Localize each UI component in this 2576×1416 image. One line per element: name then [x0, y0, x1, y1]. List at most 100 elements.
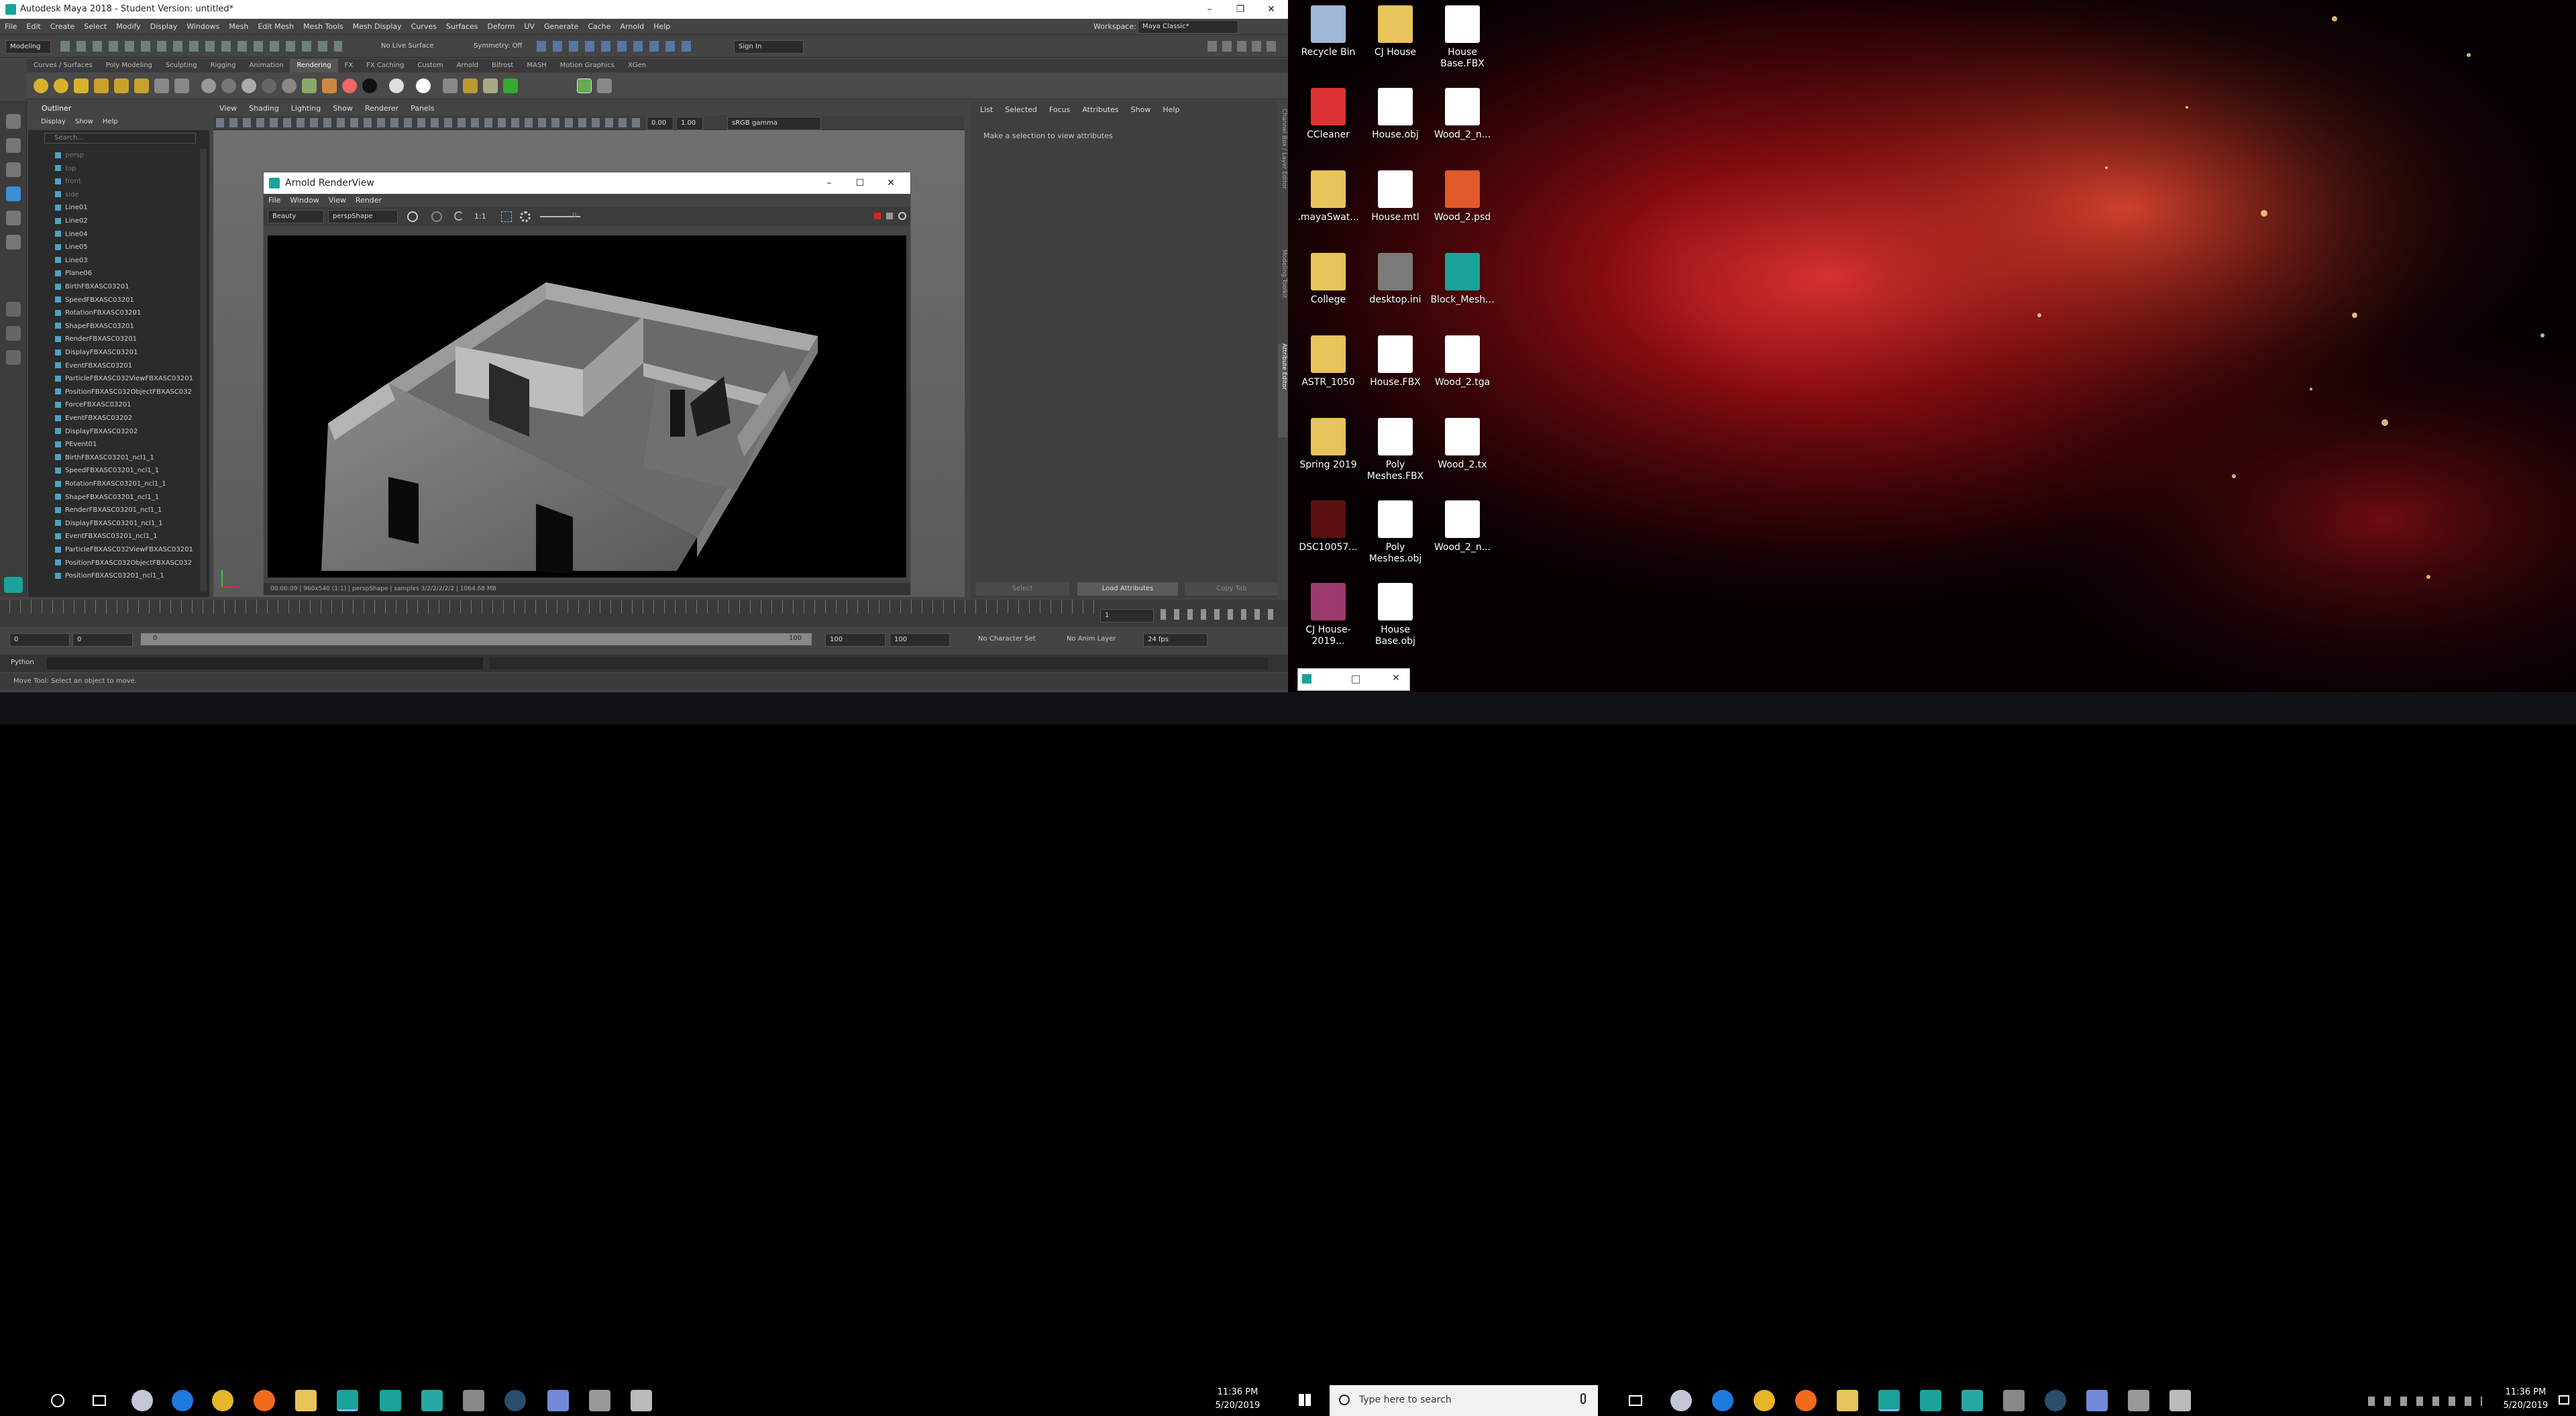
start-icon[interactable] [1299, 1394, 1311, 1406]
paint-icon[interactable] [302, 78, 317, 93]
shelf-tab[interactable]: Curves / Surfaces [27, 59, 99, 72]
desktop-icon[interactable]: CCleaner [1295, 84, 1362, 141]
menu-mesh-tools[interactable]: Mesh Tools [299, 19, 348, 35]
desktop-icon[interactable]: Wood_2_n... [1429, 496, 1496, 553]
shelf-tab[interactable]: Animation [243, 59, 290, 72]
taskbar-app-icon[interactable] [1670, 1390, 1692, 1411]
outliner-row[interactable]: front [55, 175, 81, 188]
volume-light-icon[interactable] [114, 78, 129, 93]
3dsmax-icon[interactable] [1962, 1390, 1983, 1411]
taskbar-clock[interactable]: 11:36 PM 5/20/2019 [2496, 1386, 2556, 1413]
renderview-menu-item[interactable]: Render [351, 194, 386, 207]
viewport-menu-item[interactable]: Show [327, 102, 359, 115]
desktop-icon[interactable]: Wood_2.tga [1429, 331, 1496, 388]
gamma-field[interactable]: 1.00 [676, 117, 703, 130]
desktop-icon[interactable]: CJ House-2019... [1295, 579, 1362, 647]
desktop-icon[interactable]: House.FBX [1362, 331, 1429, 388]
close-button[interactable]: ✕ [875, 174, 906, 193]
inner-start-field[interactable]: 0 [72, 633, 133, 647]
playback-controls-icon[interactable] [1161, 609, 1281, 620]
edge-icon[interactable] [172, 1390, 193, 1411]
camera-aim-icon[interactable] [174, 78, 189, 93]
layout-single-icon[interactable] [6, 302, 21, 317]
outliner-menu-item[interactable]: Show [70, 118, 98, 125]
lasso-tool-icon[interactable] [6, 138, 21, 153]
viewport-menu-item[interactable]: Lighting [285, 102, 327, 115]
symmetry-label[interactable]: Symmetry: Off [474, 42, 522, 50]
outliner-row[interactable]: PositionFBXASC03201_ncl1_1 [55, 569, 164, 583]
maya-taskbar-icon[interactable] [1920, 1390, 1941, 1411]
black-shader-icon[interactable] [362, 78, 377, 93]
render-color-icon[interactable] [342, 78, 357, 93]
menu-deform[interactable]: Deform [482, 19, 519, 35]
task-view-icon[interactable] [1629, 1395, 1642, 1406]
notification-icon[interactable] [2559, 1395, 2569, 1405]
outliner-row[interactable]: Plane06 [55, 267, 92, 280]
task-view-icon[interactable] [93, 1395, 106, 1406]
viewport-menu-item[interactable]: Shading [243, 102, 285, 115]
layout-side-icon[interactable] [6, 350, 21, 365]
area-light-icon[interactable] [94, 78, 109, 93]
restore-button[interactable]: ❐ [1225, 0, 1256, 19]
taskbar-clock[interactable]: 11:36 PM 5/20/2019 [1208, 1386, 1268, 1413]
desktop-icon[interactable]: Wood_2.tx [1429, 414, 1496, 471]
outliner-row[interactable]: Line02 [55, 215, 88, 228]
hypershade-icon[interactable] [322, 78, 337, 93]
shelf-tab[interactable]: Poly Modeling [99, 59, 159, 72]
outliner-row[interactable]: RotationFBXASC03201_ncl1_1 [55, 478, 166, 491]
shader-sphere-icon[interactable] [282, 78, 297, 93]
desktop-icon[interactable]: Wood_2.psd [1429, 166, 1496, 223]
file-explorer-icon[interactable] [295, 1390, 317, 1411]
minimize-button[interactable]: – [814, 174, 845, 193]
desktop-icon[interactable]: .mayaSwat... [1295, 166, 1362, 223]
desktop-icon[interactable]: Poly Meshes.obj [1362, 496, 1429, 565]
outliner-row[interactable]: Line03 [55, 254, 88, 268]
camera-icon[interactable] [154, 78, 169, 93]
outliner-search-input[interactable]: Search... [44, 133, 196, 144]
shelf-tab[interactable]: MASH [520, 59, 553, 72]
menu-help[interactable]: Help [649, 19, 675, 35]
renderview-menu-item[interactable]: File [264, 194, 285, 207]
outliner-row[interactable]: ForceFBXASC03201 [55, 398, 131, 412]
render-view-icon[interactable] [577, 78, 592, 93]
outliner-row[interactable]: side [55, 188, 79, 202]
exposure-field[interactable]: 0.00 [647, 117, 674, 130]
app-icon[interactable] [631, 1390, 652, 1411]
outliner-menu-item[interactable]: Help [98, 118, 123, 125]
outliner-row[interactable]: top [55, 162, 76, 176]
point-light-icon[interactable] [54, 78, 68, 93]
viewport-menu-item[interactable]: View [213, 102, 243, 115]
taskbar-app-icon[interactable] [131, 1390, 153, 1411]
attr-menu-item[interactable]: List [974, 102, 999, 118]
maya-taskbar-icon[interactable] [1878, 1390, 1900, 1411]
discord-icon[interactable] [2086, 1390, 2108, 1411]
outliner-row[interactable]: RenderFBXASC03201 [55, 333, 137, 346]
outliner-row[interactable]: EventFBXASC03201_ncl1_1 [55, 530, 157, 543]
command-input[interactable] [47, 657, 483, 669]
white-shader-icon[interactable] [389, 78, 404, 93]
menu-arnold[interactable]: Arnold [616, 19, 649, 35]
app-icon[interactable] [463, 1390, 484, 1411]
command-language-label[interactable]: Python [11, 659, 34, 666]
steam-icon[interactable] [2045, 1390, 2066, 1411]
arnold-render-icon[interactable] [503, 78, 518, 93]
render-settings-icon[interactable] [483, 78, 498, 93]
menu-uv[interactable]: UV [519, 19, 539, 35]
stop-button-icon[interactable] [431, 211, 442, 222]
outliner-row[interactable]: ParticleFBXASC032ViewFBXASC03201 [55, 543, 193, 557]
tab-channel-box[interactable]: Channel Box / Layer Editor [1278, 109, 1287, 243]
menu-file[interactable]: File [0, 19, 21, 35]
ratio-label[interactable]: 1:1 [474, 212, 486, 221]
current-frame-field[interactable]: 1 [1100, 609, 1154, 622]
shelf-tab[interactable]: Rigging [204, 59, 243, 72]
move-tool-icon[interactable] [6, 186, 21, 201]
menu-mesh[interactable]: Mesh [224, 19, 253, 35]
shelf-tab[interactable]: Motion Graphics [553, 59, 621, 72]
outliner-row[interactable]: RenderFBXASC03201_ncl1_1 [55, 504, 162, 517]
maya-taskbar-icon[interactable] [380, 1390, 401, 1411]
no-anim-layer-label[interactable]: No Anim Layer [1067, 635, 1116, 643]
desktop-icon[interactable]: Spring 2019 [1295, 414, 1362, 471]
search-icon[interactable] [51, 1394, 64, 1407]
copy-tab-button[interactable]: Copy Tab [1185, 582, 1279, 596]
desktop-icon[interactable]: House.obj [1362, 84, 1429, 141]
